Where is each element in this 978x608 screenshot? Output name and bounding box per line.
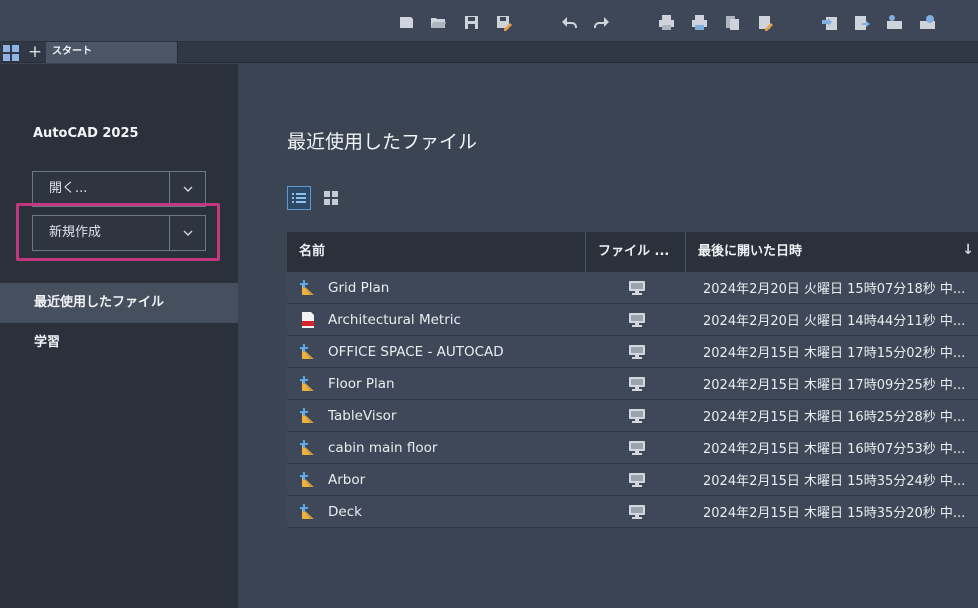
file-name: OFFICE SPACE - AUTOCAD bbox=[328, 343, 504, 360]
table-header: 名前 ファイル ... 最後に開いた日時 ↓ bbox=[287, 232, 978, 272]
dwg-file-icon bbox=[299, 407, 317, 425]
open-dropdown-button[interactable] bbox=[170, 172, 205, 206]
quick-access-toolbar bbox=[0, 0, 978, 42]
tab-start[interactable]: スタート bbox=[46, 42, 178, 63]
local-computer-icon bbox=[629, 312, 645, 327]
dwt-file-icon bbox=[299, 311, 317, 329]
page-title: 最近使用したファイル bbox=[287, 131, 478, 153]
redo-icon[interactable] bbox=[592, 13, 610, 31]
table-row[interactable]: Arbor 2024年2月15日 木曜日 15時35分24秒 中... bbox=[287, 464, 978, 496]
file-name: Architectural Metric bbox=[328, 311, 461, 328]
last-opened-date: 2024年2月15日 木曜日 17時15分02秒 中... bbox=[703, 346, 966, 361]
file-name: Floor Plan bbox=[328, 375, 395, 392]
save-icon[interactable] bbox=[462, 13, 480, 31]
column-header-location[interactable]: ファイル ... bbox=[586, 232, 686, 272]
publish-icon[interactable] bbox=[723, 13, 741, 31]
plot-icon[interactable] bbox=[690, 13, 708, 31]
file-name: Arbor bbox=[328, 471, 366, 488]
file-name-cell: Architectural Metric bbox=[287, 311, 587, 329]
local-computer-icon bbox=[629, 376, 645, 391]
file-location-cell bbox=[587, 408, 687, 424]
file-name-cell: TableVisor bbox=[287, 407, 587, 425]
save-as-icon[interactable] bbox=[494, 13, 512, 31]
last-opened-date: 2024年2月15日 木曜日 16時07分53秒 中... bbox=[703, 442, 966, 457]
batch-plot-icon[interactable] bbox=[756, 13, 774, 31]
chevron-down-icon bbox=[183, 186, 192, 192]
file-location-cell bbox=[587, 472, 687, 488]
file-name: Deck bbox=[328, 503, 362, 520]
export-icon[interactable] bbox=[852, 13, 870, 31]
table-row[interactable]: cabin main floor 2024年2月15日 木曜日 16時07分53… bbox=[287, 432, 978, 464]
file-name: TableVisor bbox=[328, 407, 397, 424]
dwg-file-icon bbox=[299, 375, 317, 393]
column-header-name[interactable]: 名前 bbox=[287, 232, 586, 272]
file-name-cell: Deck bbox=[287, 503, 587, 521]
file-name-cell: Arbor bbox=[287, 471, 587, 489]
table-row[interactable]: Deck 2024年2月15日 木曜日 15時35分20秒 中... bbox=[287, 496, 978, 528]
table-row[interactable]: OFFICE SPACE - AUTOCAD 2024年2月15日 木曜日 17… bbox=[287, 336, 978, 368]
local-computer-icon bbox=[629, 408, 645, 423]
file-location-cell bbox=[587, 504, 687, 520]
last-opened-date: 2024年2月15日 木曜日 15時35分24秒 中... bbox=[703, 474, 966, 489]
table-row[interactable]: Floor Plan 2024年2月15日 木曜日 17時09分25秒 中... bbox=[287, 368, 978, 400]
last-opened-date: 2024年2月20日 火曜日 14時44分11秒 中... bbox=[703, 314, 966, 329]
dwg-file-icon bbox=[299, 343, 317, 361]
table-body: Grid Plan 2024年2月20日 火曜日 15時07分18秒 中... … bbox=[287, 272, 978, 528]
file-location-cell bbox=[587, 312, 687, 328]
sidebar-item-recent-files[interactable]: 最近使用したファイル bbox=[0, 283, 238, 323]
open-folder-icon[interactable] bbox=[429, 13, 447, 31]
table-row[interactable]: Grid Plan 2024年2月20日 火曜日 15時07分18秒 中... bbox=[287, 272, 978, 304]
file-location-cell bbox=[587, 376, 687, 392]
local-computer-icon bbox=[629, 472, 645, 487]
dwg-file-icon bbox=[299, 279, 317, 297]
file-tabs-grid-icon[interactable] bbox=[3, 45, 19, 61]
print-icon[interactable] bbox=[657, 13, 675, 31]
last-opened-date: 2024年2月20日 火曜日 15時07分18秒 中... bbox=[703, 282, 966, 297]
last-opened-date: 2024年2月15日 木曜日 17時09分25秒 中... bbox=[703, 378, 966, 393]
file-name: Grid Plan bbox=[328, 279, 390, 296]
sidebar-item-learn[interactable]: 学習 bbox=[0, 323, 238, 363]
cloud-sync-icon[interactable] bbox=[918, 13, 936, 31]
new-tab-button[interactable]: + bbox=[25, 42, 45, 63]
file-name-cell: Floor Plan bbox=[287, 375, 587, 393]
sort-descending-icon[interactable]: ↓ bbox=[962, 242, 974, 258]
last-opened-date: 2024年2月15日 木曜日 15時35分20秒 中... bbox=[703, 506, 966, 521]
dwg-file-icon bbox=[299, 503, 317, 521]
file-location-cell bbox=[587, 280, 687, 296]
dwg-file-icon bbox=[299, 471, 317, 489]
file-name-cell: Grid Plan bbox=[287, 279, 587, 297]
open-button[interactable]: 開く... bbox=[33, 172, 170, 206]
highlight-box bbox=[16, 203, 220, 261]
column-header-last-opened[interactable]: 最後に開いた日時 bbox=[686, 232, 978, 272]
file-name: cabin main floor bbox=[328, 439, 438, 456]
file-location-cell bbox=[587, 344, 687, 360]
grid-view-button[interactable] bbox=[322, 189, 340, 207]
file-name-cell: OFFICE SPACE - AUTOCAD bbox=[287, 343, 587, 361]
file-location-cell bbox=[587, 440, 687, 456]
table-row[interactable]: TableVisor 2024年2月15日 木曜日 16時25分28秒 中... bbox=[287, 400, 978, 432]
open-split-button: 開く... bbox=[32, 171, 206, 207]
local-computer-icon bbox=[629, 280, 645, 295]
local-computer-icon bbox=[629, 504, 645, 519]
local-computer-icon bbox=[629, 344, 645, 359]
file-tab-bar: + スタート bbox=[0, 42, 978, 63]
start-sidebar: AutoCAD 2025 開く... 新規作成 最近使用したファイル 学習 bbox=[0, 64, 238, 608]
list-view-icon bbox=[292, 193, 306, 203]
share-icon[interactable] bbox=[885, 13, 903, 31]
local-computer-icon bbox=[629, 440, 645, 455]
last-opened-date: 2024年2月15日 木曜日 16時25分28秒 中... bbox=[703, 410, 966, 425]
recent-files-table: 名前 ファイル ... 最後に開いた日時 ↓ Grid Plan 2024年2月… bbox=[287, 232, 978, 528]
undo-icon[interactable] bbox=[560, 13, 578, 31]
file-name-cell: cabin main floor bbox=[287, 439, 587, 457]
app-title: AutoCAD 2025 bbox=[33, 126, 139, 141]
grid-view-icon bbox=[324, 191, 338, 205]
dwg-file-icon bbox=[299, 439, 317, 457]
list-view-button[interactable] bbox=[287, 186, 311, 210]
new-file-icon[interactable] bbox=[397, 13, 415, 31]
import-icon[interactable] bbox=[820, 13, 838, 31]
table-row[interactable]: Architectural Metric 2024年2月20日 火曜日 14時4… bbox=[287, 304, 978, 336]
